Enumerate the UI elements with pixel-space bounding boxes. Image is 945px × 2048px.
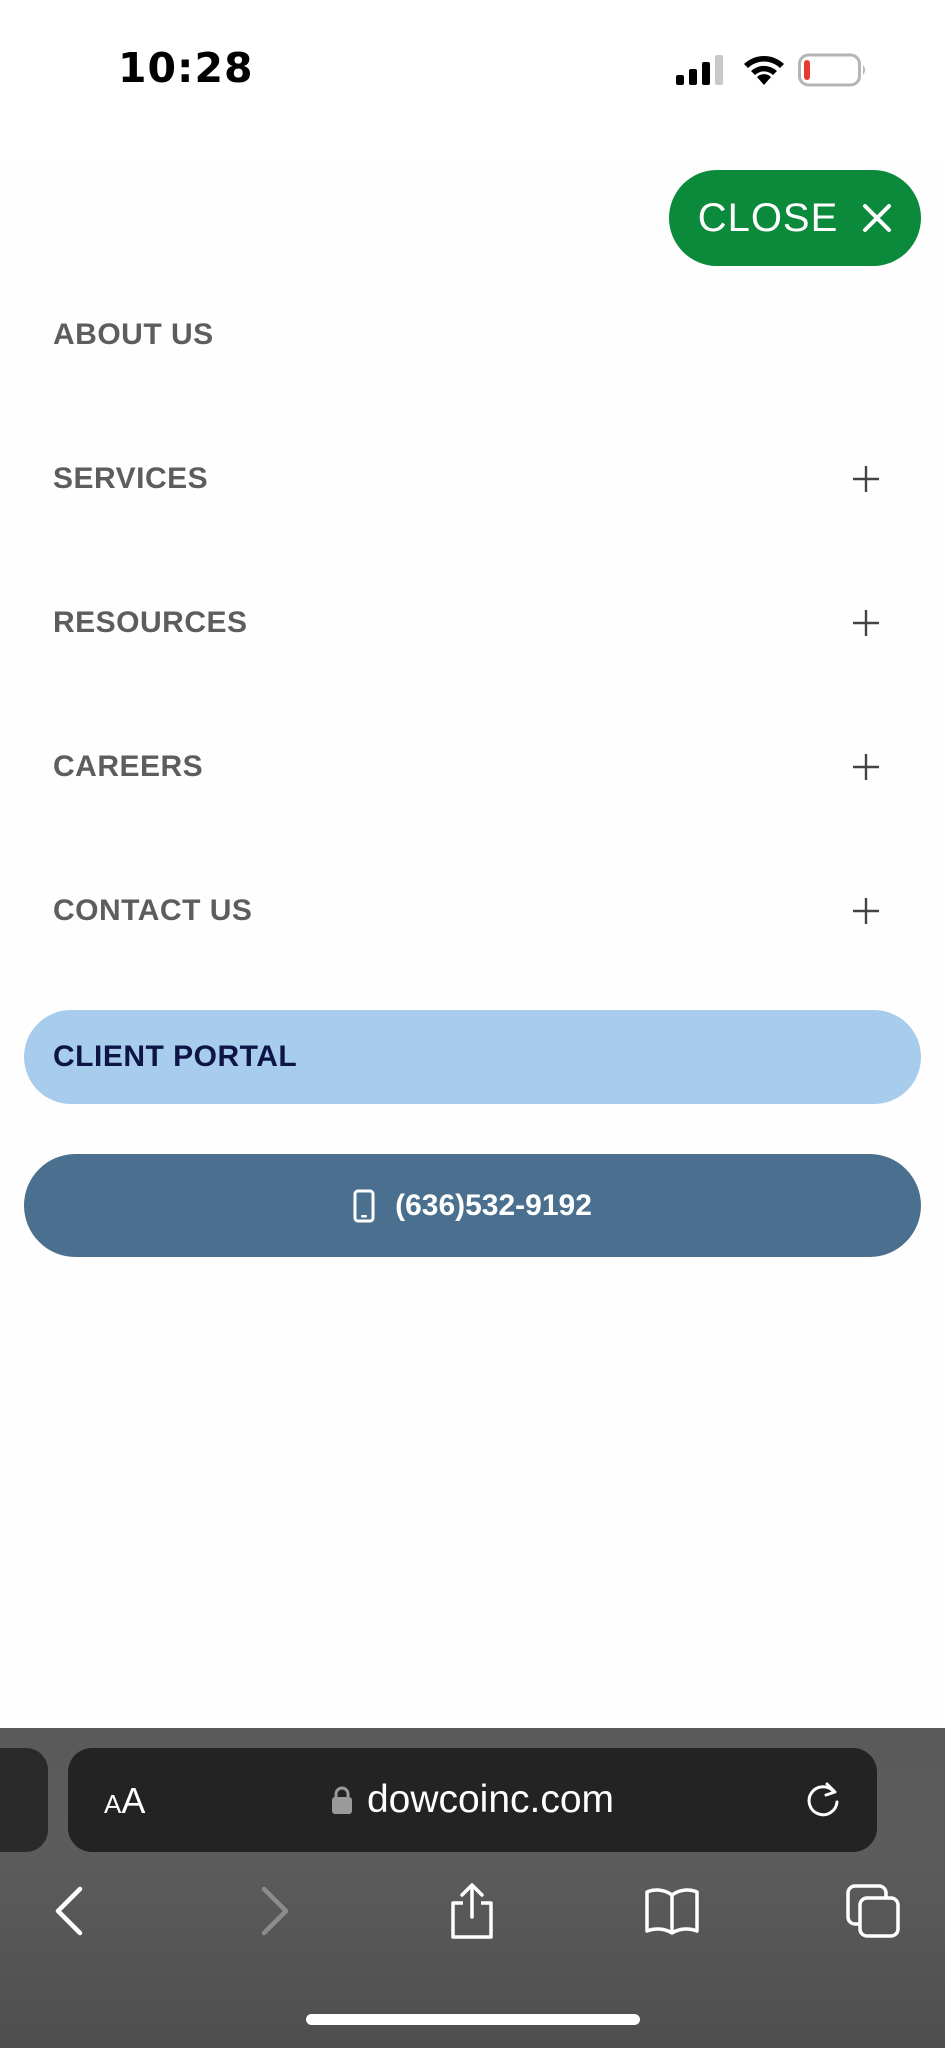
menu-item-about-us[interactable]: ABOUT US: [0, 285, 945, 385]
tabs-icon[interactable]: [845, 1883, 901, 1939]
mobile-phone-icon: [353, 1189, 375, 1222]
cellular-signal-icon: [676, 55, 723, 85]
url-display[interactable]: dowcoinc.com: [68, 1748, 877, 1852]
close-label: CLOSE: [697, 195, 839, 240]
previous-tab-preview[interactable]: [0, 1748, 48, 1852]
client-portal-label: CLIENT PORTAL: [53, 1040, 298, 1073]
status-time: 10:28: [118, 44, 254, 92]
home-indicator[interactable]: [306, 2014, 640, 2025]
menu-item-contact-us[interactable]: CONTACT US: [0, 861, 945, 961]
close-menu-button[interactable]: CLOSE: [669, 170, 921, 266]
wifi-icon: [744, 56, 784, 85]
reload-icon[interactable]: [803, 1780, 843, 1820]
menu-item-careers[interactable]: CAREERS: [0, 717, 945, 817]
menu-item-label: ABOUT US: [53, 318, 214, 351]
close-x-icon: [863, 204, 892, 232]
lock-icon: [331, 1786, 352, 1814]
status-bar: 10:28: [0, 0, 945, 160]
chevron-right-icon[interactable]: [246, 1883, 302, 1939]
plus-icon[interactable]: [852, 897, 880, 925]
phone-number-label: (636)532-9192: [395, 1188, 592, 1222]
battery-icon: [798, 53, 865, 87]
menu-item-services[interactable]: SERVICES: [0, 429, 945, 529]
url-text: dowcoinc.com: [366, 1778, 615, 1821]
plus-icon[interactable]: [852, 609, 880, 637]
menu-item-label: CAREERS: [53, 750, 204, 783]
address-bar[interactable]: A A dowcoinc.com: [68, 1748, 877, 1852]
menu-item-label: SERVICES: [53, 462, 209, 495]
plus-icon[interactable]: [852, 465, 880, 493]
plus-icon[interactable]: [852, 753, 880, 781]
menu-item-label: RESOURCES: [53, 606, 248, 639]
book-icon[interactable]: [644, 1883, 700, 1939]
client-portal-button[interactable]: CLIENT PORTAL: [24, 1010, 921, 1104]
menu-item-resources[interactable]: RESOURCES: [0, 573, 945, 673]
menu-item-label: CONTACT US: [53, 894, 253, 927]
chevron-left-icon[interactable]: [42, 1883, 98, 1939]
phone-call-button[interactable]: (636)532-9192: [24, 1154, 921, 1257]
share-icon[interactable]: [444, 1883, 500, 1939]
